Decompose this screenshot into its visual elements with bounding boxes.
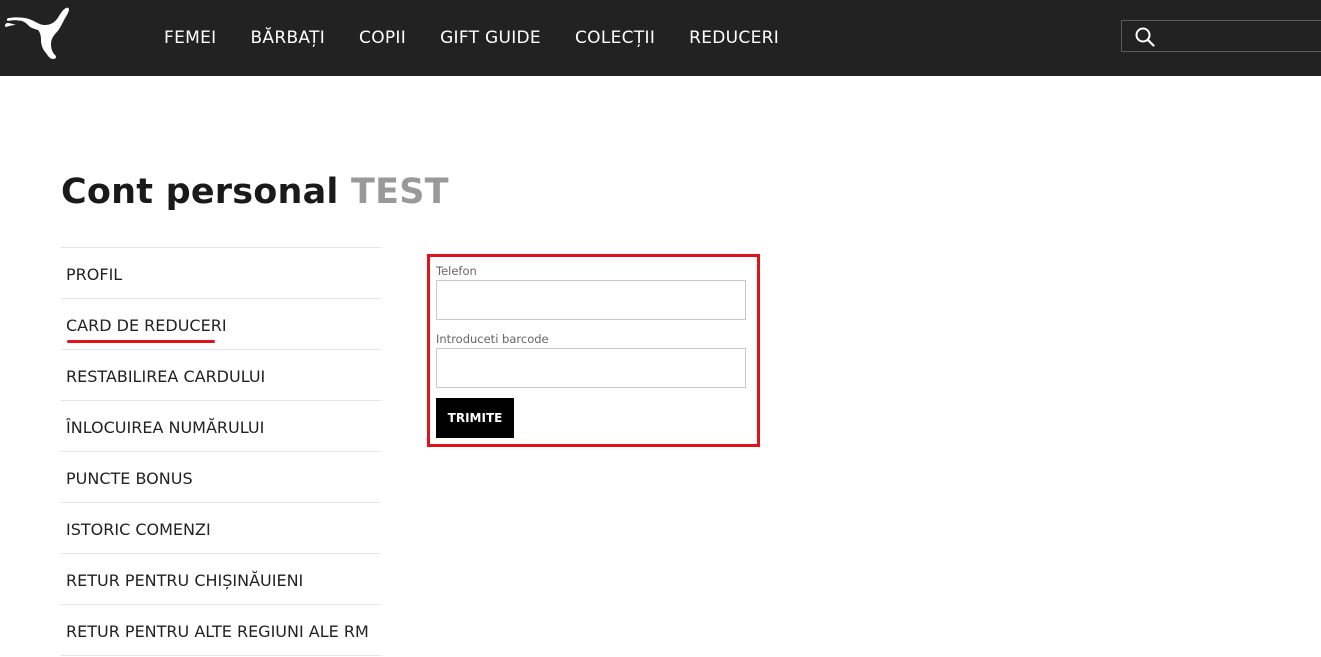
sidebar-item-label: RETUR PENTRU CHIȘINĂUIENI — [66, 571, 304, 590]
sidebar-item-card-de-reduceri[interactable]: CARD DE REDUCERI — [61, 299, 381, 350]
sidebar-item-label: PUNCTE BONUS — [66, 469, 193, 488]
nav-item-gift-guide[interactable]: GIFT GUIDE — [440, 28, 541, 48]
sidebar-item-retur-chisinauieni[interactable]: RETUR PENTRU CHIȘINĂUIENI — [61, 554, 381, 605]
sidebar-item-label: ÎNLOCUIREA NUMĂRULUI — [66, 418, 265, 437]
search-input[interactable] — [1162, 23, 1316, 51]
sidebar-item-profil[interactable]: PROFIL — [61, 248, 381, 299]
sidebar-item-istoric-comenzi[interactable]: ISTORIC COMENZI — [61, 503, 381, 554]
barcode-field[interactable] — [436, 348, 746, 388]
barcode-label: Introduceti barcode — [436, 332, 549, 346]
main-nav: FEMEI BĂRBAȚI COPII GIFT GUIDE COLECȚII … — [164, 0, 813, 76]
submit-button[interactable]: TRIMITE — [436, 398, 514, 438]
sidebar-item-label: RETUR PENTRU ALTE REGIUNI ALE RM — [66, 622, 369, 641]
sidebar-item-label: PROFIL — [66, 265, 123, 284]
discount-card-form: Telefon Introduceti barcode TRIMITE — [427, 254, 760, 447]
search-icon[interactable] — [1135, 27, 1155, 47]
puma-logo-icon — [4, 7, 70, 59]
nav-item-copii[interactable]: COPII — [359, 28, 406, 48]
sidebar-item-label: ISTORIC COMENZI — [66, 520, 211, 539]
phone-label: Telefon — [436, 264, 477, 278]
nav-item-reduceri[interactable]: REDUCERI — [689, 28, 779, 48]
sidebar-item-label: CARD DE REDUCERI — [66, 316, 227, 335]
sidebar-item-puncte-bonus[interactable]: PUNCTE BONUS — [61, 452, 381, 503]
sidebar-item-restabilirea-cardului[interactable]: RESTABILIREA CARDULUI — [61, 350, 381, 401]
sidebar-item-label: RESTABILIREA CARDULUI — [66, 367, 266, 386]
nav-item-colectii[interactable]: COLECȚII — [575, 28, 655, 48]
user-name: TEST — [351, 172, 449, 212]
account-sidebar: PROFIL CARD DE REDUCERI RESTABILIREA CAR… — [61, 247, 381, 656]
puma-logo[interactable] — [2, 6, 70, 60]
nav-item-femei[interactable]: FEMEI — [164, 28, 216, 48]
page-title-text: Cont personal — [61, 172, 339, 212]
sidebar-item-retur-alte-regiuni[interactable]: RETUR PENTRU ALTE REGIUNI ALE RM — [61, 605, 381, 656]
sidebar-item-inlocuirea-numarului[interactable]: ÎNLOCUIREA NUMĂRULUI — [61, 401, 381, 452]
phone-field[interactable] — [436, 280, 746, 320]
page-title: Cont personal TEST — [61, 172, 449, 212]
search-box — [1121, 20, 1321, 52]
nav-item-barbati[interactable]: BĂRBAȚI — [250, 28, 325, 48]
top-navigation-bar: FEMEI BĂRBAȚI COPII GIFT GUIDE COLECȚII … — [0, 0, 1321, 76]
active-item-underline — [67, 340, 215, 343]
